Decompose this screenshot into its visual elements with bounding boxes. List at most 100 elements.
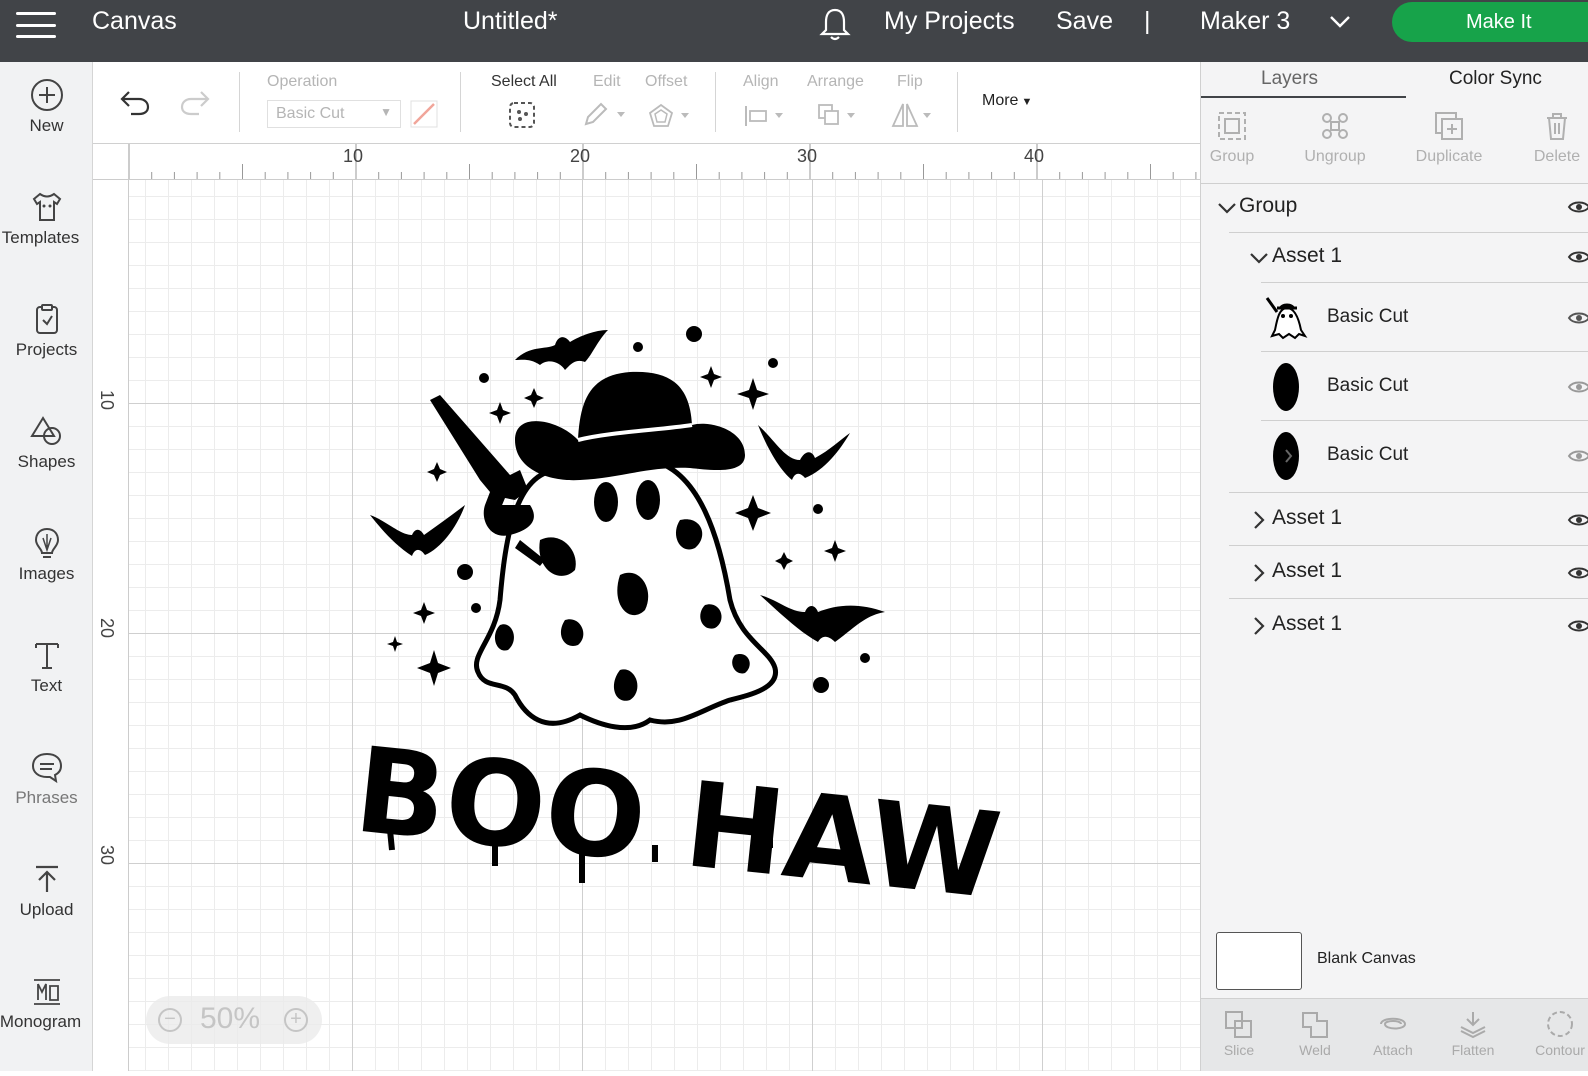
clipboard-icon bbox=[35, 304, 58, 334]
sidebar-item-shapes[interactable]: Shapes bbox=[0, 398, 93, 494]
layer-asset[interactable]: Asset 1 bbox=[1201, 600, 1588, 653]
topbar-divider: | bbox=[1144, 7, 1151, 35]
speech-bubble-icon bbox=[31, 752, 62, 784]
document-name[interactable]: Untitled* bbox=[463, 6, 558, 36]
chevron-right-icon[interactable] bbox=[1253, 563, 1265, 583]
ruler-label: 20 bbox=[570, 146, 591, 166]
layer-asset[interactable]: Asset 1 bbox=[1201, 547, 1588, 600]
contour-icon bbox=[1547, 1011, 1573, 1037]
divider bbox=[1229, 545, 1588, 546]
tab-color-sync[interactable]: Color Sync bbox=[1449, 68, 1542, 90]
machine-select[interactable]: Maker 3 bbox=[1200, 6, 1290, 36]
sidebar-item-upload[interactable]: Upload bbox=[0, 846, 93, 942]
layer-item[interactable]: Basic Cut bbox=[1201, 284, 1588, 353]
contour-button[interactable]: Contour bbox=[1531, 1009, 1588, 1058]
color-swatch-icon[interactable] bbox=[410, 100, 438, 128]
panel-tabs: Layers Color Sync bbox=[1201, 62, 1588, 98]
layer-asset[interactable]: Asset 1 bbox=[1201, 234, 1588, 284]
make-it-button[interactable]: Make It bbox=[1392, 2, 1588, 42]
attach-label: Attach bbox=[1373, 1042, 1413, 1058]
sidebar-item-projects[interactable]: Projects bbox=[0, 286, 93, 382]
chevron-down-icon: ▼ bbox=[380, 105, 392, 119]
divider bbox=[1261, 420, 1588, 421]
flip-icon[interactable] bbox=[891, 100, 937, 130]
ungroup-button[interactable]: Ungroup bbox=[1299, 106, 1371, 166]
eye-icon[interactable] bbox=[1567, 618, 1588, 634]
eye-icon[interactable] bbox=[1567, 310, 1588, 326]
ruler-label: 10 bbox=[343, 146, 364, 166]
sidebar-item-templates[interactable]: Templates bbox=[0, 174, 93, 270]
group-label: Group bbox=[1209, 148, 1255, 165]
hamburger-icon[interactable] bbox=[16, 8, 56, 42]
chevron-down-icon[interactable] bbox=[1329, 15, 1351, 29]
layer-name: Asset 1 bbox=[1272, 506, 1343, 529]
eye-icon[interactable] bbox=[1567, 379, 1588, 395]
layer-item[interactable]: Basic Cut bbox=[1201, 353, 1588, 422]
chevron-down-icon[interactable] bbox=[1249, 252, 1269, 266]
select-all-label[interactable]: Select All bbox=[491, 73, 557, 91]
duplicate-button[interactable]: Duplicate bbox=[1411, 106, 1487, 166]
blank-canvas-swatch[interactable] bbox=[1216, 932, 1302, 990]
delete-button[interactable]: Delete bbox=[1527, 106, 1587, 166]
pencil-icon[interactable] bbox=[583, 102, 629, 128]
divider bbox=[1229, 232, 1588, 233]
chevron-right-icon[interactable] bbox=[1253, 510, 1265, 530]
monogram-icon bbox=[33, 979, 60, 1005]
sidebar-label: Templates bbox=[1, 228, 80, 247]
tshirt-icon bbox=[32, 192, 61, 221]
flatten-button[interactable]: Flatten bbox=[1445, 1009, 1501, 1058]
flatten-label: Flatten bbox=[1451, 1042, 1495, 1058]
sidebar-item-monogram[interactable]: Monogram bbox=[0, 958, 93, 1054]
edit-toolbar: Operation Basic Cut ▼ Select All Edit Of… bbox=[93, 62, 1200, 144]
operation-label: Operation bbox=[267, 73, 338, 90]
align-label: Align bbox=[743, 73, 779, 90]
undo-icon[interactable] bbox=[119, 88, 151, 116]
eye-icon[interactable] bbox=[1567, 512, 1588, 528]
tab-layers[interactable]: Layers bbox=[1261, 68, 1318, 90]
operation-select[interactable]: Basic Cut ▼ bbox=[267, 100, 401, 128]
more-button[interactable]: More ▼ bbox=[982, 92, 1032, 110]
duplicate-label: Duplicate bbox=[1415, 148, 1483, 165]
sidebar-item-images[interactable]: Images bbox=[0, 510, 93, 606]
zoom-out-button[interactable]: − bbox=[158, 1008, 182, 1032]
plus-circle-icon bbox=[30, 79, 63, 111]
sidebar-item-new[interactable]: New bbox=[0, 62, 93, 158]
eye-icon[interactable] bbox=[1567, 448, 1588, 464]
boo-haw-design[interactable]: BOO HAW bbox=[129, 180, 1200, 1071]
eye-icon[interactable] bbox=[1567, 565, 1588, 581]
my-projects-link[interactable]: My Projects bbox=[884, 6, 1015, 36]
lightbulb-icon bbox=[34, 527, 59, 558]
bell-icon[interactable] bbox=[818, 6, 852, 42]
layer-group[interactable]: Group bbox=[1201, 186, 1588, 234]
arrange-icon[interactable] bbox=[817, 102, 863, 128]
oval-thumbnail-icon bbox=[1273, 432, 1299, 480]
edit-label: Edit bbox=[593, 73, 621, 90]
layer-asset[interactable]: Asset 1 bbox=[1201, 494, 1588, 547]
zoom-in-button[interactable]: + bbox=[284, 1008, 308, 1032]
select-all-icon[interactable] bbox=[507, 100, 537, 130]
attach-button[interactable]: Attach bbox=[1367, 1009, 1419, 1058]
sidebar-label: Upload bbox=[19, 900, 74, 919]
chevron-right-icon[interactable] bbox=[1253, 616, 1265, 636]
layer-item[interactable]: Basic Cut bbox=[1201, 422, 1588, 494]
layer-name: Group bbox=[1239, 194, 1298, 217]
flip-label: Flip bbox=[897, 73, 923, 90]
weld-button[interactable]: Weld bbox=[1293, 1009, 1337, 1058]
align-icon[interactable] bbox=[743, 104, 789, 128]
top-bar: Canvas Untitled* My Projects Save | Make… bbox=[0, 0, 1588, 62]
design-canvas[interactable]: BOO HAW − 50% + bbox=[129, 180, 1200, 1071]
group-button[interactable]: Group bbox=[1205, 106, 1259, 166]
sidebar-item-phrases[interactable]: Phrases bbox=[0, 734, 93, 830]
offset-icon[interactable] bbox=[647, 102, 693, 130]
chevron-down-icon[interactable] bbox=[1217, 202, 1237, 216]
eye-icon[interactable] bbox=[1567, 199, 1588, 215]
sidebar-item-text[interactable]: Text bbox=[0, 622, 93, 718]
text-icon bbox=[34, 643, 59, 669]
save-button[interactable]: Save bbox=[1056, 6, 1113, 36]
layer-name: Basic Cut bbox=[1327, 306, 1409, 327]
oval-thumbnail-icon bbox=[1273, 363, 1299, 411]
redo-icon[interactable] bbox=[179, 88, 211, 116]
eye-icon[interactable] bbox=[1567, 249, 1588, 265]
slice-icon bbox=[1225, 1011, 1252, 1038]
slice-button[interactable]: Slice bbox=[1219, 1009, 1259, 1058]
